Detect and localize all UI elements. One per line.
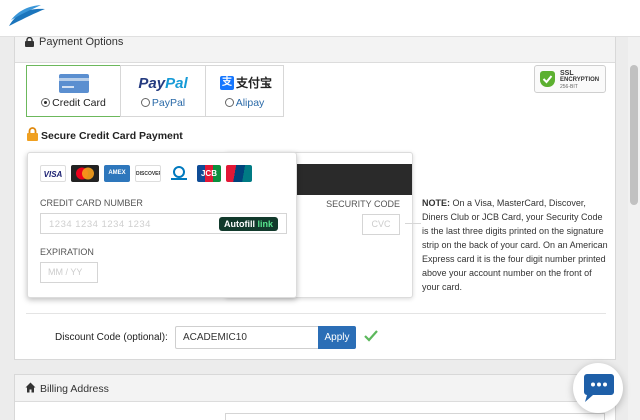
jcb-icon: JCB bbox=[197, 165, 221, 182]
card-number-input[interactable]: 1234 1234 1234 1234 Autofill link bbox=[40, 213, 287, 234]
chat-icon bbox=[581, 372, 615, 407]
credit-card-icon bbox=[59, 74, 89, 96]
payment-options-title: Payment Options bbox=[39, 36, 124, 48]
discount-code-input[interactable]: ACADEMIC10 bbox=[175, 326, 319, 349]
secure-payment-title: Secure Credit Card Payment bbox=[27, 127, 183, 144]
alipay-label: Alipay bbox=[235, 97, 265, 109]
scrollbar-thumb[interactable] bbox=[630, 65, 638, 205]
divider bbox=[26, 313, 606, 314]
credit-card-radio-row: Credit Card bbox=[27, 97, 120, 109]
billing-address-title: Billing Address bbox=[40, 383, 109, 395]
billing-address-input[interactable] bbox=[225, 413, 605, 420]
secure-payment-title-text: Secure Credit Card Payment bbox=[41, 130, 183, 142]
expiration-label: EXPIRATION bbox=[40, 247, 94, 257]
billing-address-header: Billing Address bbox=[15, 375, 615, 402]
shield-icon bbox=[540, 71, 555, 87]
security-code-label: SECURITY CODE bbox=[326, 199, 400, 209]
lock-icon bbox=[25, 36, 34, 50]
tab-credit-card[interactable]: Credit Card bbox=[26, 65, 121, 117]
apply-button[interactable]: Apply bbox=[318, 326, 356, 349]
unionpay-icon bbox=[226, 165, 252, 182]
alipay-logo: 支 支付宝 bbox=[220, 76, 272, 92]
cvc-input[interactable]: CVC bbox=[362, 214, 400, 235]
ssl-line-2: ENCRYPTION bbox=[560, 77, 600, 83]
paypal-radio[interactable] bbox=[140, 98, 150, 107]
discount-code-label: Discount Code (optional): bbox=[55, 332, 168, 343]
ssl-encryption-badge: SSL ENCRYPTION 256-BIT bbox=[534, 65, 606, 93]
cvc-pointer-line bbox=[405, 223, 421, 224]
expiration-input[interactable]: MM / YY bbox=[40, 262, 98, 283]
paypal-radio-row: PayPal bbox=[121, 97, 205, 109]
discover-icon: DISCOVER bbox=[135, 165, 161, 182]
alipay-radio[interactable] bbox=[224, 98, 234, 107]
credit-card-label: Credit Card bbox=[52, 97, 106, 109]
page-scrollbar[interactable] bbox=[628, 37, 640, 420]
ssl-line-3: 256-BIT bbox=[560, 84, 578, 90]
diners-club-icon bbox=[166, 165, 192, 182]
credit-card-radio[interactable] bbox=[41, 98, 51, 107]
paypal-logo: PayPal bbox=[138, 75, 188, 92]
padlock-icon bbox=[27, 127, 38, 144]
tab-alipay[interactable]: 支 支付宝 Alipay bbox=[205, 65, 284, 117]
paypal-label: PayPal bbox=[151, 97, 186, 109]
amex-icon: AMEX bbox=[104, 165, 130, 182]
visa-icon: VISA bbox=[40, 165, 66, 182]
checkmark-icon bbox=[363, 329, 379, 346]
ssl-line-1: SSL bbox=[560, 70, 574, 77]
feather-logo-icon[interactable] bbox=[7, 4, 47, 33]
home-icon bbox=[25, 382, 36, 396]
payment-options-panel: Payment Options Credit Card PayPal PayPa… bbox=[14, 22, 616, 360]
autofill-link-button[interactable]: Autofill link bbox=[218, 217, 278, 231]
chat-support-button[interactable] bbox=[573, 363, 623, 413]
card-number-placeholder: 1234 1234 1234 1234 bbox=[49, 219, 151, 230]
tab-paypal[interactable]: PayPal PayPal bbox=[120, 65, 206, 117]
alipay-mark: 支 bbox=[220, 76, 234, 90]
alipay-logo-text: 支付宝 bbox=[236, 76, 273, 90]
top-bar bbox=[0, 0, 640, 37]
card-number-label: CREDIT CARD NUMBER bbox=[40, 198, 143, 208]
mastercard-icon bbox=[71, 165, 99, 182]
alipay-radio-row: Alipay bbox=[206, 97, 283, 109]
card-front: VISA AMEX DISCOVER JCB CREDIT CARD NUMBE… bbox=[27, 152, 297, 298]
security-code-note: NOTE: On a Visa, MasterCard, Discover, D… bbox=[422, 198, 608, 292]
billing-address-panel: Billing Address bbox=[14, 374, 616, 420]
